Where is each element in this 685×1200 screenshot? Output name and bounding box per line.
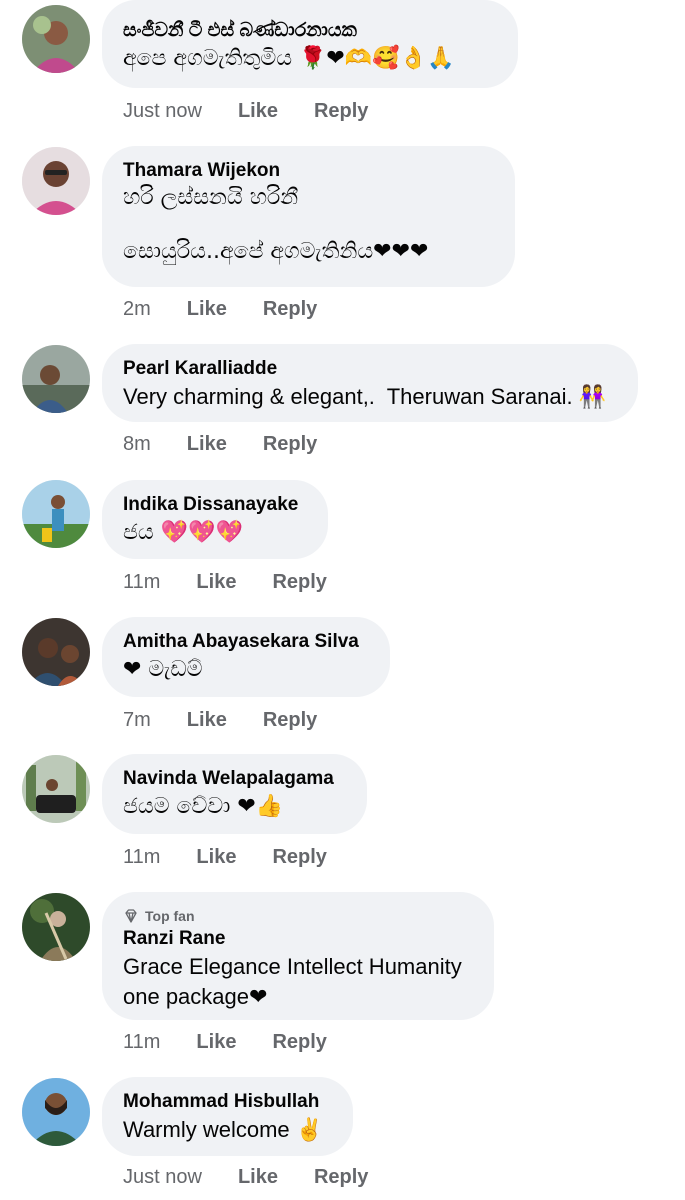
comment-bubble: සංජීවනී ටී එස් බණ්ඩාරනායක අපෙ අගමැතිතුමි… bbox=[102, 0, 518, 88]
comment-text: හරි ලස්සනයි හරිනී සොයුරිය..අපේ අගමැතිනිය… bbox=[123, 185, 429, 264]
comment-time[interactable]: Just now bbox=[123, 100, 202, 123]
comment-text: Very charming & elegant,. Theruwan Saran… bbox=[123, 384, 607, 409]
comment-time[interactable]: 11m bbox=[123, 1031, 160, 1054]
avatar[interactable] bbox=[22, 480, 90, 548]
top-fan-badge: Top fan bbox=[123, 906, 472, 926]
comment-time[interactable]: 7m bbox=[123, 709, 151, 732]
comment-bubble: Indika Dissanayake ජය 💖💖💖 bbox=[102, 480, 328, 559]
reply-button[interactable]: Reply bbox=[272, 1031, 326, 1054]
comment-author[interactable]: Amitha Abayasekara Silva bbox=[123, 629, 368, 655]
comment-bubble: Pearl Karalliadde Very charming & elegan… bbox=[102, 344, 638, 422]
like-button[interactable]: Like bbox=[187, 298, 227, 321]
comment-bubble: Mohammad Hisbullah Warmly welcome ✌ bbox=[102, 1077, 353, 1156]
avatar[interactable] bbox=[22, 345, 90, 413]
comment-time[interactable]: 11m bbox=[123, 571, 160, 594]
comment-author[interactable]: සංජීවනී ටී එස් බණ්ඩාරනායක bbox=[123, 18, 496, 44]
comment-time[interactable]: 11m bbox=[123, 846, 160, 869]
like-button[interactable]: Like bbox=[187, 433, 227, 456]
comment-author[interactable]: Indika Dissanayake bbox=[123, 492, 306, 518]
avatar[interactable] bbox=[22, 893, 90, 961]
comment-text: Grace Elegance Intellect Humanity one pa… bbox=[123, 954, 462, 1009]
badge-label: Top fan bbox=[145, 908, 195, 924]
comment-text: Warmly welcome ✌ bbox=[123, 1117, 324, 1142]
comment-author[interactable]: Pearl Karalliadde bbox=[123, 356, 616, 382]
comment-text: ජයම වේවා ❤👍 bbox=[123, 794, 284, 819]
reply-button[interactable]: Reply bbox=[263, 433, 317, 456]
comment-author[interactable]: Ranzi Rane bbox=[123, 926, 472, 952]
comment-time[interactable]: 2m bbox=[123, 298, 151, 321]
comment-bubble: Top fan Ranzi Rane Grace Elegance Intell… bbox=[102, 892, 494, 1020]
comment-bubble: Thamara Wijekon හරි ලස්සනයි හරිනී සොයුරි… bbox=[102, 146, 515, 287]
diamond-icon bbox=[125, 909, 137, 923]
avatar[interactable] bbox=[22, 618, 90, 686]
like-button[interactable]: Like bbox=[196, 1031, 236, 1054]
comment-author[interactable]: Thamara Wijekon bbox=[123, 158, 493, 184]
reply-button[interactable]: Reply bbox=[272, 846, 326, 869]
reply-button[interactable]: Reply bbox=[314, 1166, 368, 1189]
avatar[interactable] bbox=[22, 5, 90, 73]
reply-button[interactable]: Reply bbox=[263, 709, 317, 732]
reply-button[interactable]: Reply bbox=[272, 571, 326, 594]
comment-text: ❤ මැඩම් bbox=[123, 657, 203, 682]
comment-bubble: Amitha Abayasekara Silva ❤ මැඩම් bbox=[102, 617, 390, 697]
like-button[interactable]: Like bbox=[238, 100, 278, 123]
comment-text: අපෙ අගමැතිතුමිය 🌹❤🫶🥰👌🙏 bbox=[123, 46, 455, 71]
comment-time[interactable]: 8m bbox=[123, 433, 151, 456]
avatar[interactable] bbox=[22, 755, 90, 823]
like-button[interactable]: Like bbox=[187, 709, 227, 732]
comment-author[interactable]: Navinda Welapalagama bbox=[123, 766, 345, 792]
avatar[interactable] bbox=[22, 147, 90, 215]
avatar[interactable] bbox=[22, 1078, 90, 1146]
reply-button[interactable]: Reply bbox=[314, 100, 368, 123]
comment-author[interactable]: Mohammad Hisbullah bbox=[123, 1089, 331, 1115]
comment-time[interactable]: Just now bbox=[123, 1166, 202, 1189]
like-button[interactable]: Like bbox=[196, 571, 236, 594]
comment-text: ජය 💖💖💖 bbox=[123, 520, 243, 545]
like-button[interactable]: Like bbox=[238, 1166, 278, 1189]
comment-bubble: Navinda Welapalagama ජයම වේවා ❤👍 bbox=[102, 754, 367, 834]
reply-button[interactable]: Reply bbox=[263, 298, 317, 321]
like-button[interactable]: Like bbox=[196, 846, 236, 869]
